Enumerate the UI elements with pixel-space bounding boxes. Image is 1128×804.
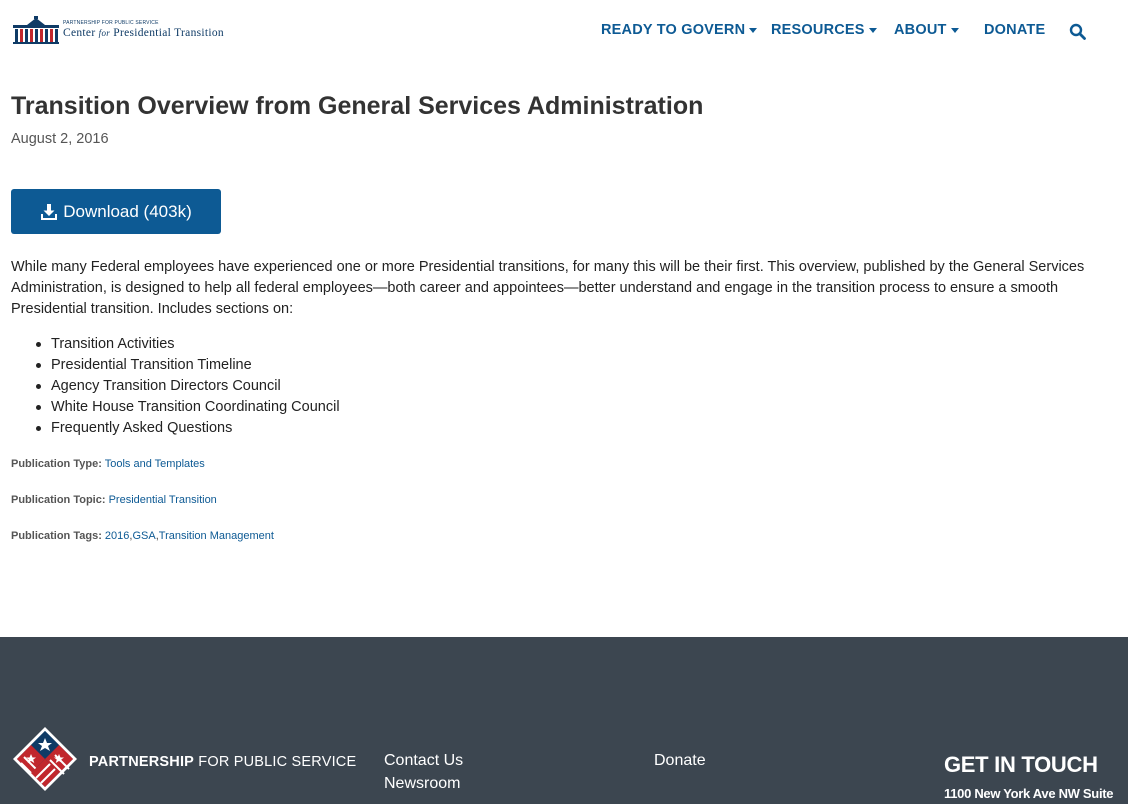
footer-link-donate[interactable]: Donate <box>654 752 706 770</box>
footer-brand-bold: PARTNERSHIP <box>89 754 195 770</box>
publication-tags-label: Publication Tags: <box>11 530 102 542</box>
nav-about-label: ABOUT <box>894 22 947 38</box>
main-nav: READY TO GOVERN RESOURCES ABOUT DONATE <box>0 22 1128 42</box>
sections-list: Transition Activities Presidential Trans… <box>36 334 340 439</box>
partnership-star-logo-icon[interactable] <box>12 726 78 792</box>
site-footer: PARTNERSHIP FOR PUBLIC SERVICE Contact U… <box>0 637 1128 804</box>
list-item: Agency Transition Directors Council <box>36 376 340 397</box>
tag-link[interactable]: GSA <box>132 530 155 542</box>
publication-type: Publication Type: Tools and Templates <box>11 458 205 470</box>
publication-description: While many Federal employees have experi… <box>11 259 1085 317</box>
nav-about[interactable]: ABOUT <box>894 22 959 38</box>
footer-brand-regular: FOR PUBLIC SERVICE <box>198 754 357 770</box>
footer-link-newsroom[interactable]: Newsroom <box>384 775 460 793</box>
get-in-touch-heading: GET IN TOUCH <box>944 752 1098 777</box>
site-header: Partnership for Public Service Center fo… <box>0 0 1128 64</box>
download-button-label: Download (403k) <box>63 201 192 221</box>
nav-ready-to-govern[interactable]: READY TO GOVERN <box>601 22 758 38</box>
search-icon[interactable] <box>1069 23 1087 41</box>
caret-down-icon <box>868 27 877 33</box>
publication-topic: Publication Topic: Presidential Transiti… <box>11 494 217 506</box>
list-item: White House Transition Coordinating Coun… <box>36 397 340 418</box>
footer-address: 1100 New York Ave NW Suite <box>944 786 1114 801</box>
nav-donate[interactable]: DONATE <box>984 22 1045 38</box>
page-title: Transition Overview from General Service… <box>11 92 704 120</box>
tag-link[interactable]: Transition Management <box>159 530 274 542</box>
publication-date: August 2, 2016 <box>11 131 109 147</box>
download-icon <box>41 203 58 220</box>
footer-link-contact-us[interactable]: Contact Us <box>384 752 463 770</box>
publication-topic-label: Publication Topic: <box>11 494 106 506</box>
caret-down-icon <box>950 27 959 33</box>
nav-resources[interactable]: RESOURCES <box>771 22 877 38</box>
nav-donate-label: DONATE <box>984 22 1046 38</box>
list-item: Transition Activities <box>36 334 340 355</box>
list-item: Presidential Transition Timeline <box>36 355 340 376</box>
list-item: Frequently Asked Questions <box>36 418 340 439</box>
caret-down-icon <box>749 27 758 33</box>
publication-topic-link[interactable]: Presidential Transition <box>109 494 217 506</box>
publication-type-link[interactable]: Tools and Templates <box>105 458 205 470</box>
footer-brand-name: PARTNERSHIP FOR PUBLIC SERVICE <box>89 754 356 770</box>
publication-type-label: Publication Type: <box>11 458 102 470</box>
tag-link[interactable]: 2016 <box>105 530 129 542</box>
nav-resources-label: RESOURCES <box>771 22 865 38</box>
nav-ready-to-govern-label: READY TO GOVERN <box>601 22 746 38</box>
download-button[interactable]: Download (403k) <box>11 189 221 234</box>
publication-tags: Publication Tags: 2016,GSA,Transition Ma… <box>11 530 274 542</box>
